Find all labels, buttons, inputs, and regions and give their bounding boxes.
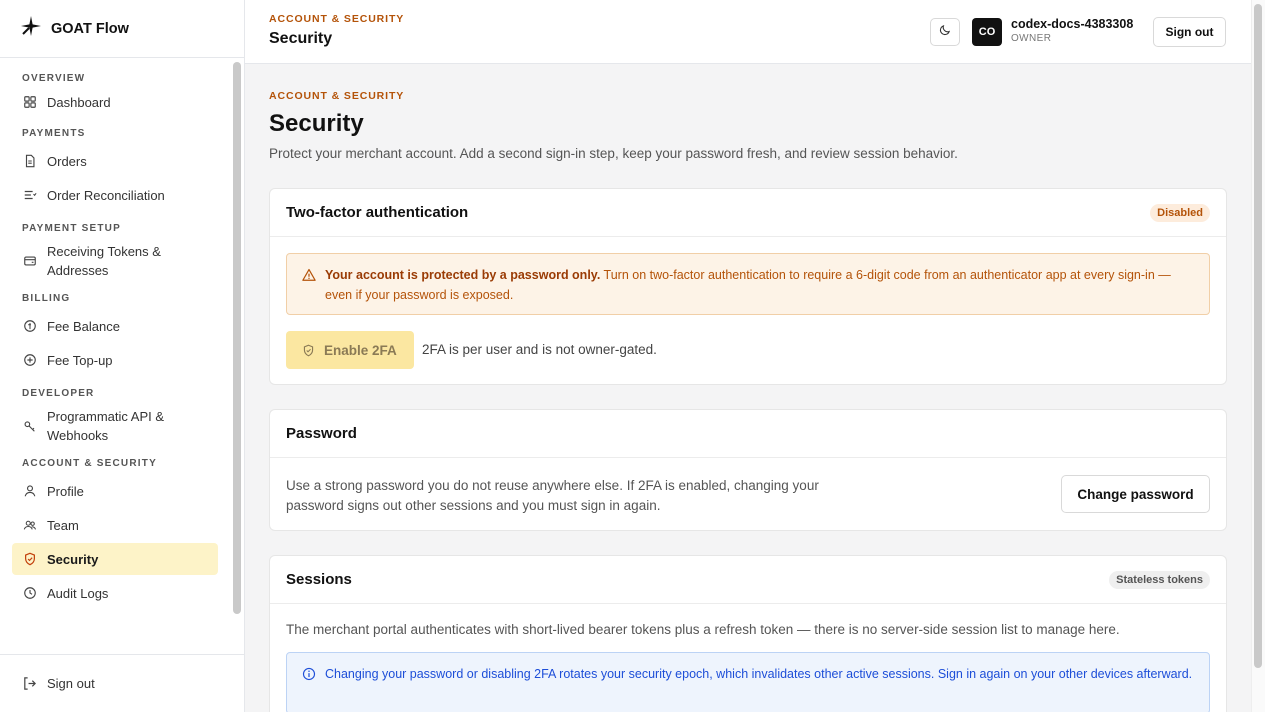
card-header: Sessions Stateless tokens xyxy=(270,556,1226,604)
logo-icon xyxy=(19,14,43,43)
sidebar-signout-button[interactable]: Sign out xyxy=(0,654,244,712)
password-description: Use a strong password you do not reuse a… xyxy=(286,478,819,513)
sidebar-scrollbar-thumb[interactable] xyxy=(233,62,241,614)
sidebar-item-label: Profile xyxy=(47,483,84,499)
sidebar-item-security[interactable]: Security xyxy=(12,543,218,575)
sidebar-item-audit-logs[interactable]: Audit Logs xyxy=(12,576,218,610)
user-role: OWNER xyxy=(1011,33,1052,44)
sidebar-item-dashboard[interactable]: Dashboard xyxy=(12,85,218,119)
enable-2fa-button[interactable]: Enable 2FA xyxy=(286,331,414,369)
shield-icon xyxy=(22,552,37,567)
info-text: Changing your password or disabling 2FA … xyxy=(325,667,1193,681)
sidebar-item-label: Dashboard xyxy=(47,94,111,110)
user-icon xyxy=(22,484,37,499)
sidebar-item-label: Order Reconciliation xyxy=(47,187,165,203)
sidebar-item-label: Orders xyxy=(47,153,87,169)
sessions-badge: Stateless tokens xyxy=(1109,570,1210,589)
sidebar-item-order-reconciliation[interactable]: Order Reconciliation xyxy=(12,178,218,212)
card-title: Sessions xyxy=(286,571,352,588)
nav-section-billing: BILLING xyxy=(22,293,71,304)
info-alert: Changing your password or disabling 2FA … xyxy=(286,652,1210,712)
nav-section-account-security: ACCOUNT & SECURITY xyxy=(22,458,157,469)
sidebar-item-orders[interactable]: Orders xyxy=(12,144,218,178)
sidebar-item-fee-top-up[interactable]: Fee Top-up xyxy=(12,343,218,377)
sessions-card: Sessions Stateless tokens The merchant p… xyxy=(269,555,1227,712)
two-factor-note: 2FA is per user and is not owner-gated. xyxy=(422,342,657,357)
sidebar-item-team[interactable]: Team xyxy=(12,508,218,542)
grid-icon xyxy=(22,95,37,110)
header-title: Security xyxy=(269,30,333,47)
page-description: Protect your merchant account. Add a sec… xyxy=(269,146,958,161)
main-content: ACCOUNT & SECURITY Security Protect your… xyxy=(245,65,1251,712)
page-eyebrow: ACCOUNT & SECURITY xyxy=(269,90,405,102)
page-scrollbar-thumb[interactable] xyxy=(1254,4,1262,668)
theme-toggle-button[interactable] xyxy=(930,18,960,46)
sidebar-item-label: Receiving Tokens & Addresses xyxy=(47,244,161,278)
sidebar: GOAT Flow OVERVIEW Dashboard PAYMENTS Or… xyxy=(0,0,245,712)
sidebar-signout-label: Sign out xyxy=(47,676,95,691)
nav-section-payment-setup: PAYMENT SETUP xyxy=(22,223,121,234)
avatar[interactable]: CO xyxy=(972,18,1002,46)
document-icon xyxy=(22,154,37,169)
sidebar-item-label: Programmatic API & Webhooks xyxy=(47,409,165,443)
sidebar-item-api-webhooks[interactable]: Programmatic API & Webhooks xyxy=(12,404,218,448)
warning-alert: Your account is protected by a password … xyxy=(286,253,1210,315)
wallet-icon xyxy=(22,254,37,269)
list-check-icon xyxy=(22,188,37,203)
coin-icon xyxy=(22,319,37,334)
sidebar-nav: OVERVIEW Dashboard PAYMENTS Orders Order… xyxy=(0,58,230,654)
key-icon xyxy=(22,419,37,434)
two-factor-card: Two-factor authentication Disabled Your … xyxy=(269,188,1227,385)
user-name: codex-docs-4383308 xyxy=(1011,17,1134,31)
card-title: Two-factor authentication xyxy=(286,204,469,221)
users-icon xyxy=(22,518,37,533)
sessions-description: The merchant portal authenticates with s… xyxy=(286,622,1120,637)
nav-section-overview: OVERVIEW xyxy=(22,73,86,84)
plus-circle-icon xyxy=(22,353,37,368)
change-password-button[interactable]: Change password xyxy=(1061,475,1210,513)
sidebar-item-profile[interactable]: Profile xyxy=(12,474,218,508)
clock-icon xyxy=(22,586,37,601)
page-title: Security xyxy=(269,110,364,137)
top-header: ACCOUNT & SECURITY Security CO codex-doc… xyxy=(245,0,1251,64)
info-icon xyxy=(302,667,316,687)
card-title: Password xyxy=(286,425,357,442)
breadcrumb: ACCOUNT & SECURITY xyxy=(269,13,405,25)
nav-section-developer: DEVELOPER xyxy=(22,388,95,399)
sidebar-item-label: Fee Top-up xyxy=(47,352,113,368)
sidebar-item-label: Security xyxy=(47,551,99,567)
app-name: GOAT Flow xyxy=(51,20,129,37)
header-signout-button[interactable]: Sign out xyxy=(1153,17,1226,47)
sidebar-item-label: Fee Balance xyxy=(47,318,120,334)
status-badge: Disabled xyxy=(1150,203,1210,222)
warning-title: Your account is protected by a password … xyxy=(325,268,601,282)
warning-icon xyxy=(302,268,316,288)
moon-icon xyxy=(939,23,952,41)
password-card: Password Use a strong password you do no… xyxy=(269,409,1227,531)
brand[interactable]: GOAT Flow xyxy=(0,0,244,58)
card-header: Password xyxy=(270,410,1226,458)
enable-2fa-label: Enable 2FA xyxy=(324,342,397,358)
sign-out-icon xyxy=(22,676,37,691)
card-header: Two-factor authentication Disabled xyxy=(270,189,1226,237)
sidebar-item-fee-balance[interactable]: Fee Balance xyxy=(12,309,218,343)
sidebar-item-receiving-tokens[interactable]: Receiving Tokens & Addresses xyxy=(12,239,218,283)
sidebar-item-label: Audit Logs xyxy=(47,585,109,601)
shield-check-icon xyxy=(302,344,315,357)
nav-section-payments: PAYMENTS xyxy=(22,128,86,139)
sidebar-item-label: Team xyxy=(47,517,79,533)
